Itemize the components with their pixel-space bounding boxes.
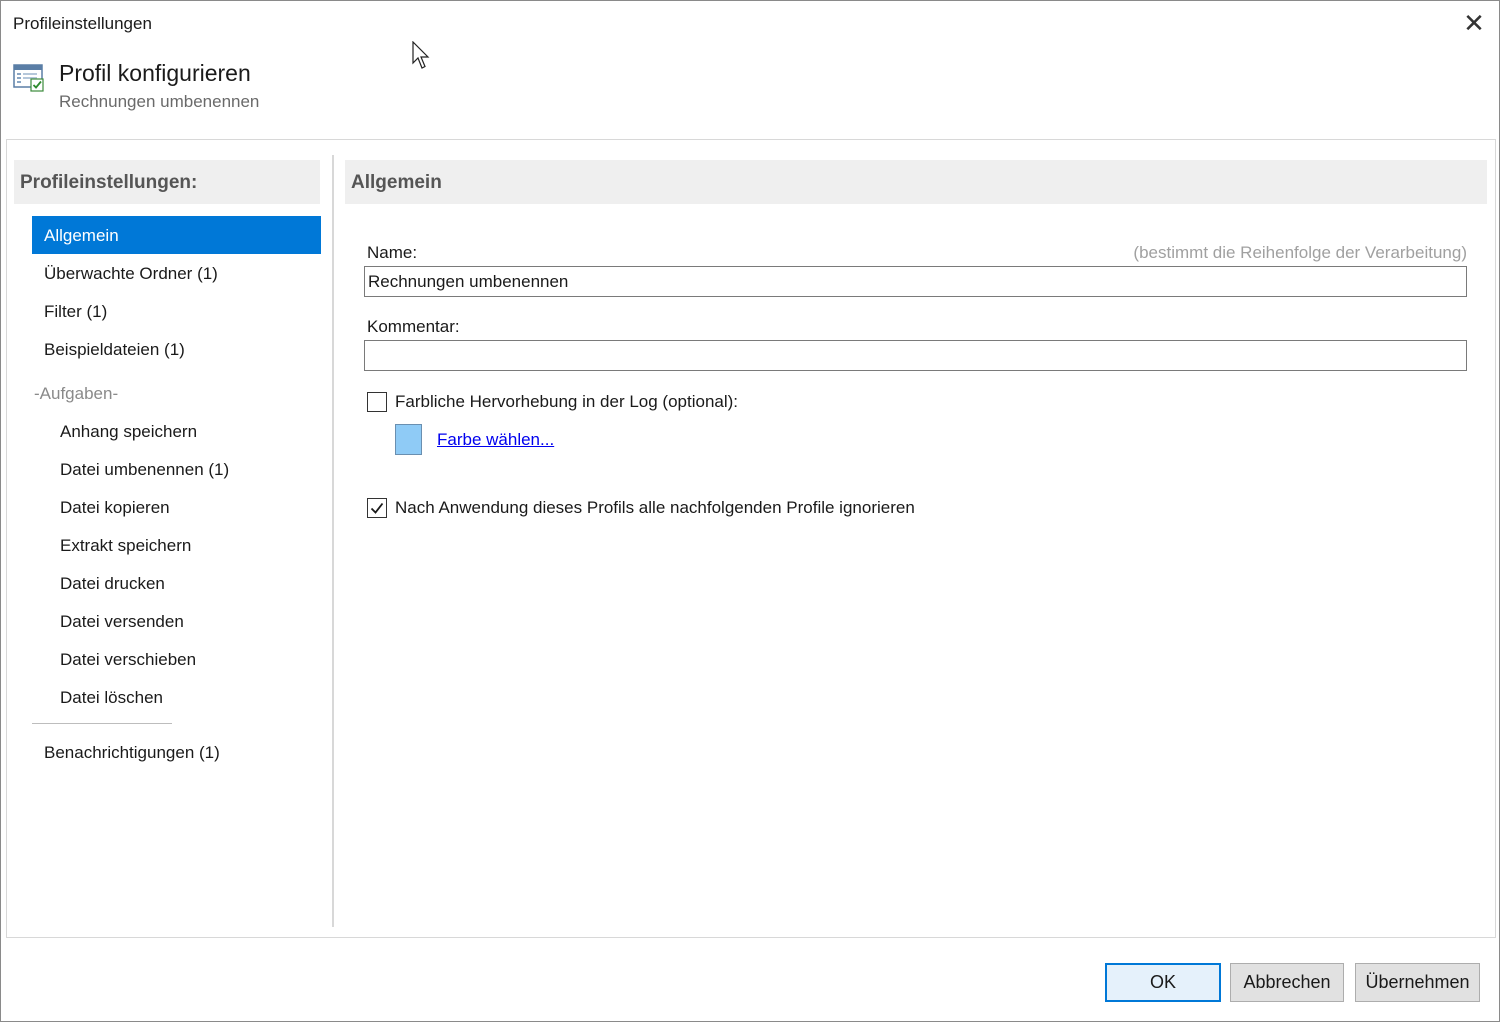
sidebar-item-ueberwachte-ordner[interactable]: Überwachte Ordner (1) <box>32 254 321 292</box>
highlight-checkbox[interactable] <box>367 392 387 412</box>
sidebar-item-datei-umbenennen[interactable]: Datei umbenennen (1) <box>32 450 321 488</box>
dialog-window: Profileinstellungen ✕ Profil konfigurier… <box>0 0 1500 1022</box>
checkmark-icon <box>370 502 384 514</box>
comment-label: Kommentar: <box>367 317 460 336</box>
ignore-following-checkbox-label: Nach Anwendung dieses Profils alle nachf… <box>395 498 915 517</box>
sidebar-item-datei-drucken[interactable]: Datei drucken <box>32 564 321 602</box>
panel-divider <box>332 155 334 927</box>
settings-window-icon <box>13 64 44 92</box>
ignore-following-checkbox[interactable] <box>367 498 387 518</box>
sidebar-item-allgemein[interactable]: Allgemein <box>32 216 321 254</box>
mouse-cursor-icon <box>412 41 430 69</box>
apply-button[interactable]: Übernehmen <box>1355 963 1480 1002</box>
sidebar-item-extrakt-speichern[interactable]: Extrakt speichern <box>32 526 321 564</box>
sidebar-item-filter[interactable]: Filter (1) <box>32 292 321 330</box>
name-hint: (bestimmt die Reihenfolge der Verarbeitu… <box>1133 243 1467 262</box>
sidebar-item-beispieldateien[interactable]: Beispieldateien (1) <box>32 330 321 368</box>
panel-title: Allgemein <box>345 160 1487 204</box>
sidebar-item-datei-verschieben[interactable]: Datei verschieben <box>32 640 321 678</box>
sidebar-item-datei-kopieren[interactable]: Datei kopieren <box>32 488 321 526</box>
content-area: Profileinstellungen: Allgemein Überwacht… <box>6 139 1496 938</box>
ok-button[interactable]: OK <box>1105 963 1221 1002</box>
sidebar: Profileinstellungen: Allgemein Überwacht… <box>14 155 321 925</box>
page-subtitle: Rechnungen umbenennen <box>59 92 260 111</box>
color-swatch[interactable] <box>395 424 422 455</box>
sidebar-item-anhang-speichern[interactable]: Anhang speichern <box>32 412 321 450</box>
sidebar-header: Profileinstellungen: <box>14 160 320 204</box>
close-icon[interactable]: ✕ <box>1461 10 1487 37</box>
cancel-button[interactable]: Abbrechen <box>1230 963 1344 1002</box>
sidebar-group-aufgaben: -Aufgaben- <box>34 384 119 403</box>
name-field[interactable]: Rechnungen umbenennen <box>364 266 1467 297</box>
choose-color-link[interactable]: Farbe wählen... <box>437 430 554 450</box>
sidebar-item-datei-loeschen[interactable]: Datei löschen <box>32 678 321 716</box>
title-bar: Profileinstellungen ✕ <box>1 1 1499 47</box>
window-title: Profileinstellungen <box>13 14 152 33</box>
sidebar-divider <box>32 723 172 724</box>
name-label: Name: <box>367 243 418 262</box>
sidebar-item-datei-versenden[interactable]: Datei versenden <box>32 602 321 640</box>
highlight-checkbox-label: Farbliche Hervorhebung in der Log (optio… <box>395 392 739 411</box>
sidebar-item-benachrichtigungen[interactable]: Benachrichtigungen (1) <box>32 733 321 771</box>
comment-field[interactable] <box>364 340 1467 371</box>
dialog-header: Profil konfigurieren Rechnungen umbenenn… <box>1 47 1499 139</box>
page-title: Profil konfigurieren <box>59 60 251 86</box>
